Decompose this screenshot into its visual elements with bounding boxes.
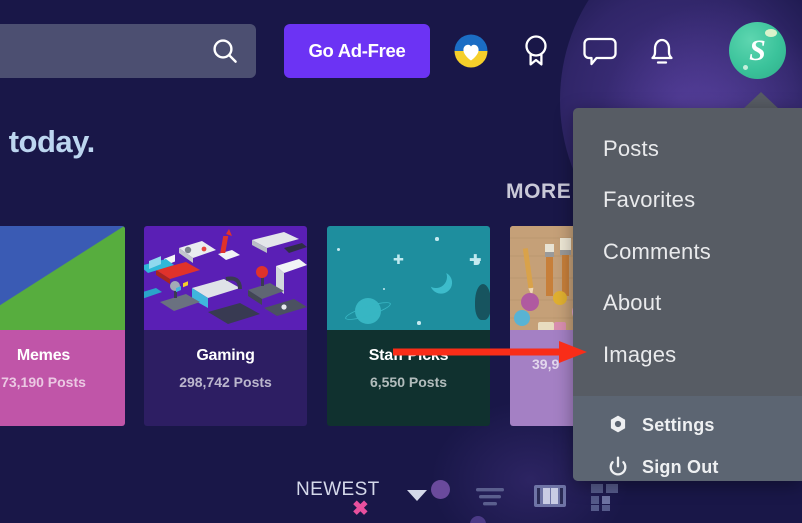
search-icon[interactable] xyxy=(210,36,240,66)
card-artwork: ✚ ✚ xyxy=(327,226,490,330)
view-list-icon[interactable] xyxy=(470,478,510,514)
sort-dropdown-label[interactable]: NEWEST xyxy=(296,479,380,501)
menu-item-images[interactable]: Images xyxy=(573,329,802,381)
card-footer: Gaming 298,742 Posts xyxy=(144,330,307,426)
page-title: w, today. xyxy=(0,124,95,159)
toolbar-dot-indicator[interactable] xyxy=(431,480,450,499)
card-title: Staff Picks xyxy=(368,347,449,364)
menu-item-sign-out[interactable]: Sign Out xyxy=(573,446,802,481)
menu-item-about[interactable]: About xyxy=(573,278,802,330)
ukraine-heart-icon[interactable] xyxy=(448,28,494,74)
card-artwork xyxy=(0,226,125,330)
bell-icon[interactable] xyxy=(639,28,685,74)
menu-item-label: About xyxy=(603,290,662,316)
menu-item-posts[interactable]: Posts xyxy=(573,123,802,175)
menu-item-comments[interactable]: Comments xyxy=(573,226,802,278)
card-title: Memes xyxy=(16,347,71,364)
menu-item-settings[interactable]: Settings xyxy=(573,404,802,446)
badge-icon[interactable] xyxy=(513,28,559,74)
chevron-down-icon[interactable] xyxy=(407,490,427,501)
menu-item-label: Comments xyxy=(603,238,711,264)
more-label: MORE xyxy=(506,180,572,203)
menu-item-label: Images xyxy=(603,341,677,367)
card-footer: Memes 73,190 Posts xyxy=(0,330,125,426)
view-grid-icon[interactable] xyxy=(585,478,625,514)
cursor-marker: ✖ xyxy=(352,498,369,520)
menu-item-label: Posts xyxy=(603,135,660,161)
search-box[interactable] xyxy=(0,24,256,78)
menu-item-favorites[interactable]: Favorites xyxy=(573,175,802,227)
menu-item-label: Favorites xyxy=(603,187,696,213)
menu-item-label: Sign Out xyxy=(642,456,719,477)
chat-icon[interactable] xyxy=(577,28,623,74)
card-footer: Staff Picks 6,550 Posts xyxy=(327,330,490,426)
card-artwork xyxy=(144,226,307,330)
category-card-gaming[interactable]: Gaming 298,742 Posts xyxy=(144,226,307,426)
app-root: Go Ad-Free S today. MORE Memes 73,190 Po… xyxy=(0,0,802,523)
top-bar: Go Ad-Free S xyxy=(0,0,802,98)
account-dropdown-menu: Posts Favorites Comments About Images Se… xyxy=(573,108,802,481)
power-icon xyxy=(607,456,633,478)
menu-item-label: Settings xyxy=(642,414,715,435)
card-post-count: 6,550 Posts xyxy=(369,374,448,390)
user-avatar[interactable]: S xyxy=(729,22,786,79)
view-filmstrip-icon[interactable] xyxy=(530,478,570,514)
card-title: Gaming xyxy=(196,347,255,364)
card-post-count: 298,742 Posts xyxy=(179,374,272,390)
menu-footer-section: Settings Sign Out xyxy=(573,396,802,481)
category-card-staff-picks[interactable]: ✚ ✚ Staff Picks 6,550 Posts xyxy=(327,226,490,426)
go-ad-free-button[interactable]: Go Ad-Free xyxy=(284,24,430,78)
gear-icon xyxy=(607,414,633,436)
card-post-count: 73,190 Posts xyxy=(1,374,86,390)
toolbar-dot-secondary xyxy=(470,516,486,523)
search-input[interactable] xyxy=(0,24,192,78)
avatar-initial: S xyxy=(749,33,766,67)
category-card-memes[interactable]: Memes 73,190 Posts xyxy=(0,226,125,426)
